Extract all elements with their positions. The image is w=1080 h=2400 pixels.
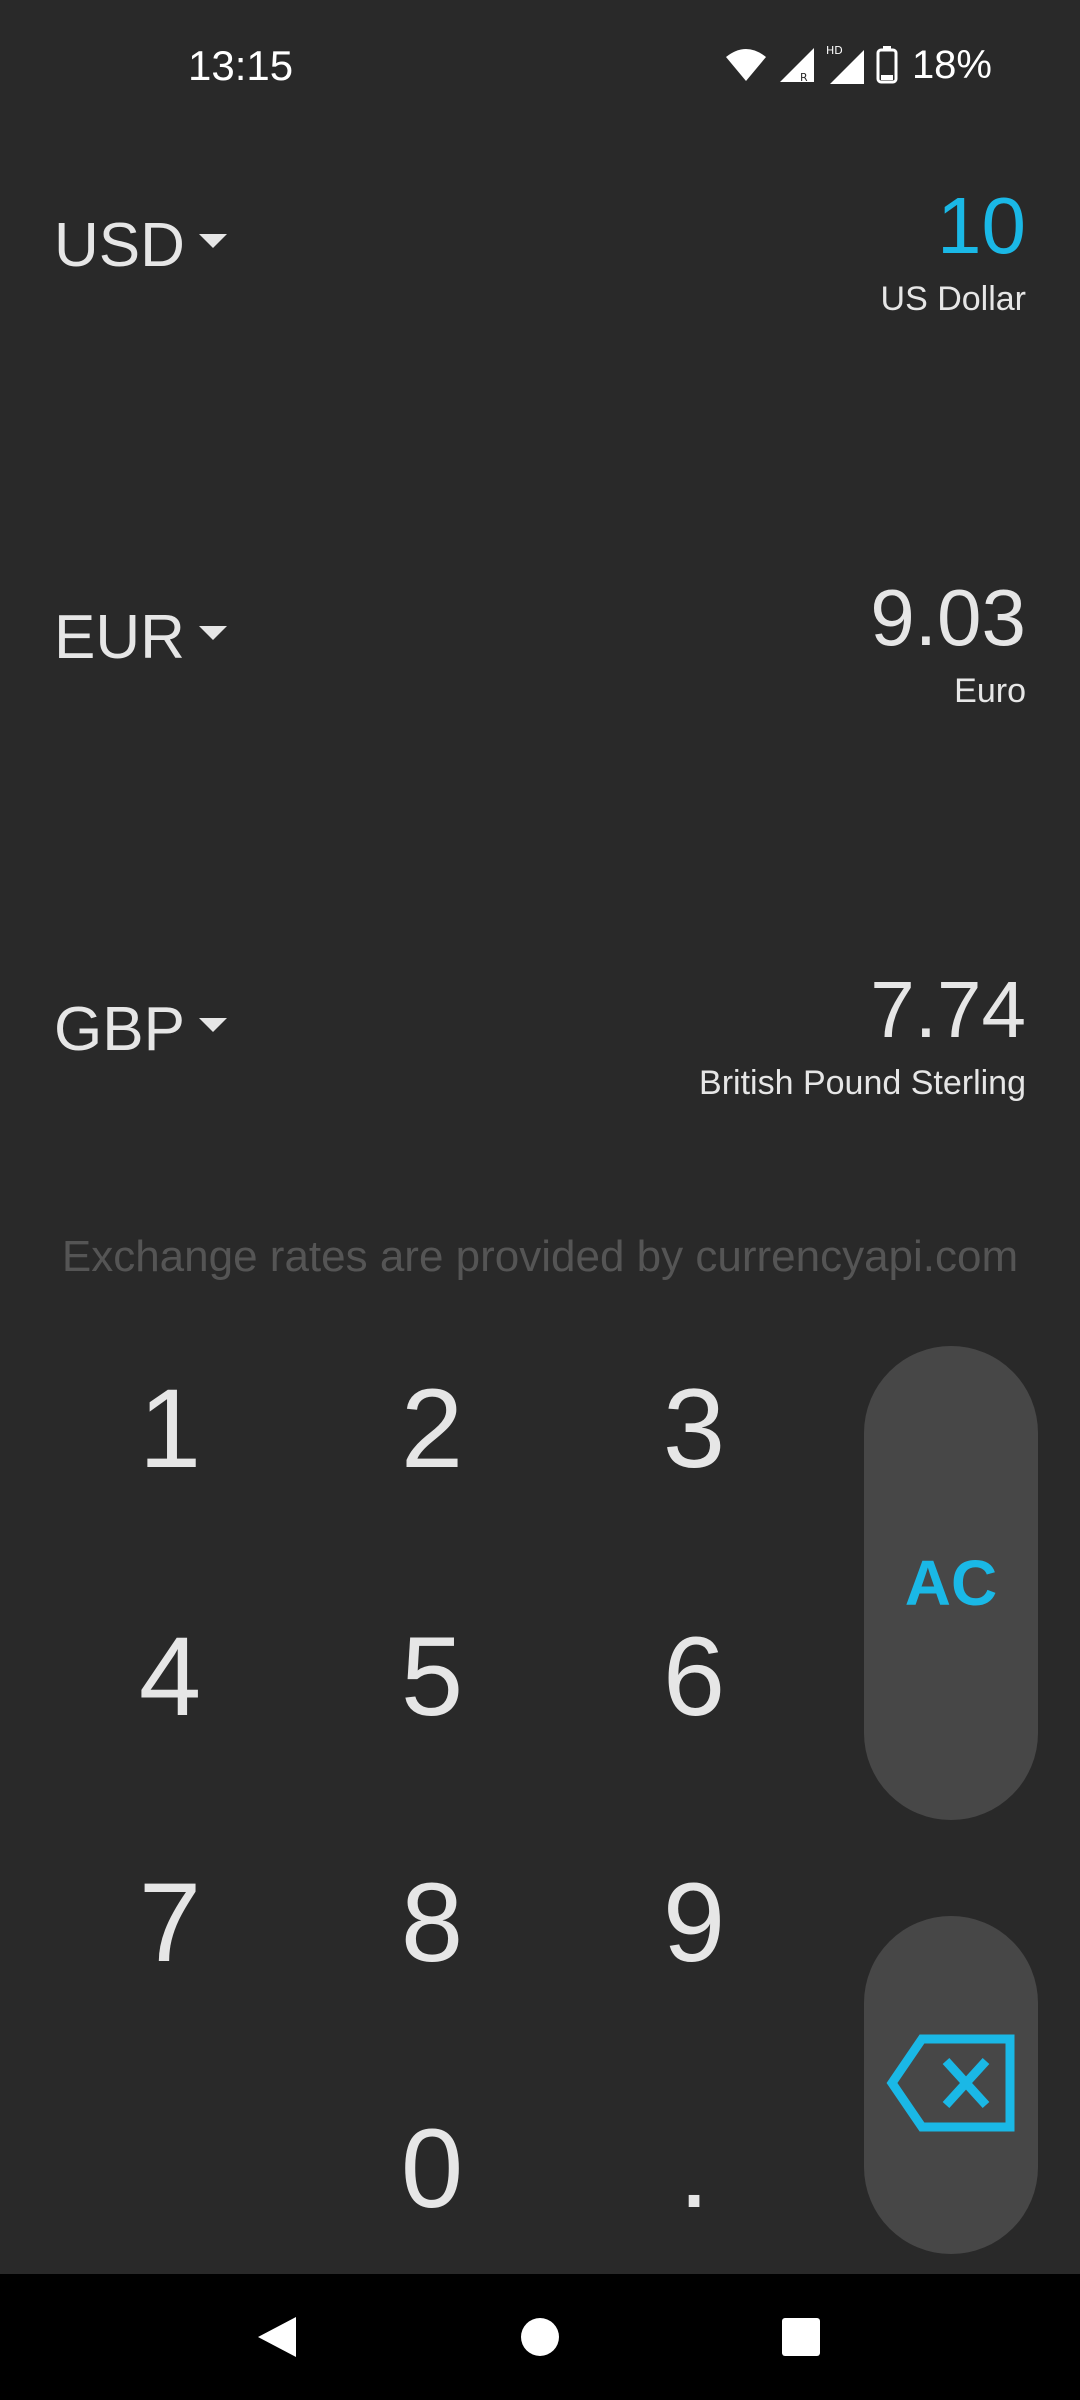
- signal-r-icon: R: [778, 46, 816, 84]
- key-3[interactable]: 3: [594, 1348, 794, 1508]
- exchange-rate-credit: Exchange rates are provided by currencya…: [61, 1232, 1019, 1281]
- currency-name-gbp: British Pound Sterling: [699, 1064, 1026, 1102]
- status-icons: R HD 18%: [724, 40, 992, 90]
- key-7[interactable]: 7: [70, 1842, 270, 2002]
- key-6[interactable]: 6: [594, 1596, 794, 1756]
- battery-percent: 18%: [911, 42, 992, 87]
- svg-text:HD: HD: [826, 44, 843, 57]
- currency-name-usd: US Dollar: [880, 280, 1026, 318]
- dropdown-caret-icon: [198, 1017, 227, 1032]
- currency-value-eur[interactable]: 9.03: [870, 572, 1026, 664]
- currency-selector-gbp[interactable]: GBP: [54, 994, 227, 1065]
- currency-selector-eur[interactable]: EUR: [54, 602, 227, 673]
- currency-value-usd[interactable]: 10: [937, 180, 1026, 272]
- currency-code-label: EUR: [54, 603, 185, 672]
- dropdown-caret-icon: [198, 625, 227, 640]
- currency-selector-usd[interactable]: USD: [54, 210, 227, 281]
- signal-hd-icon: HD: [826, 44, 866, 86]
- key-5[interactable]: 5: [332, 1596, 532, 1756]
- key-1[interactable]: 1: [70, 1348, 270, 1508]
- battery-icon: [876, 46, 898, 84]
- currency-row-usd[interactable]: USD 10 US Dollar: [0, 180, 1080, 380]
- key-0[interactable]: 0: [332, 2088, 532, 2248]
- home-icon[interactable]: [507, 2304, 573, 2370]
- backspace-button[interactable]: [864, 1916, 1038, 2254]
- dropdown-caret-icon: [198, 233, 227, 248]
- status-time: 13:15: [188, 42, 294, 89]
- key-8[interactable]: 8: [332, 1842, 532, 2002]
- key-4[interactable]: 4: [70, 1596, 270, 1756]
- currency-row-eur[interactable]: EUR 9.03 Euro: [0, 572, 1080, 772]
- clear-all-label: AC: [904, 1547, 998, 1619]
- svg-text:R: R: [800, 71, 808, 84]
- back-icon[interactable]: [244, 2304, 310, 2370]
- currency-code-label: GBP: [54, 995, 185, 1064]
- currency-code-label: USD: [54, 211, 185, 280]
- currency-name-eur: Euro: [954, 672, 1026, 710]
- wifi-icon: [724, 47, 768, 83]
- backspace-icon: [886, 2033, 1016, 2138]
- status-bar: 13:15 R HD 18%: [0, 0, 1080, 130]
- key-9[interactable]: 9: [594, 1842, 794, 2002]
- key-decimal[interactable]: .: [594, 2088, 794, 2248]
- recents-icon[interactable]: [768, 2304, 834, 2370]
- currency-value-gbp[interactable]: 7.74: [870, 964, 1026, 1056]
- clear-all-button[interactable]: AC: [864, 1346, 1038, 1820]
- currency-row-gbp[interactable]: GBP 7.74 British Pound Sterling: [0, 964, 1080, 1164]
- currency-converter-screen: 13:15 R HD 18% USD 10 US Dollar EUR 9.03…: [0, 0, 1080, 2400]
- key-2[interactable]: 2: [332, 1348, 532, 1508]
- navigation-bar: [0, 2274, 1080, 2400]
